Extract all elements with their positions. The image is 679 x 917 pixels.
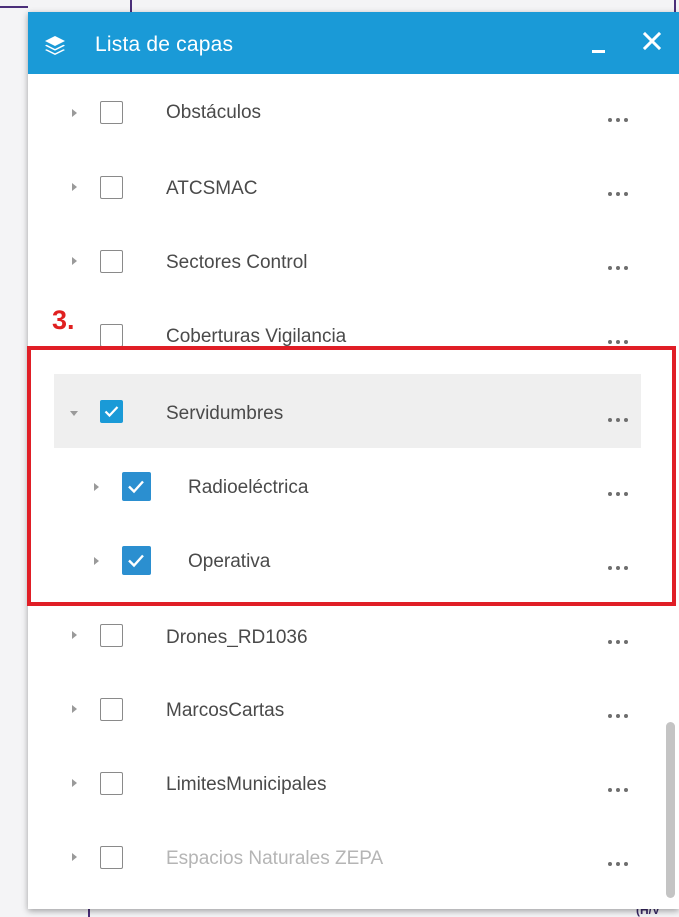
layer-row-disabled[interactable]: Espacios Naturales ZEPA	[28, 818, 648, 892]
layer-checkbox[interactable]	[100, 624, 123, 647]
step-number-annotation: 3.	[52, 305, 75, 335]
minimize-button[interactable]	[584, 26, 616, 58]
more-options-icon[interactable]	[608, 636, 638, 648]
layer-checkbox[interactable]	[100, 176, 123, 199]
highlight-box-annotation	[27, 346, 676, 606]
expand-arrow-icon[interactable]	[68, 703, 80, 715]
layer-label[interactable]: Espacios Naturales ZEPA	[166, 848, 383, 870]
layer-row[interactable]: Obstáculos	[28, 74, 648, 148]
map-line	[0, 6, 28, 8]
expand-arrow-icon[interactable]	[68, 181, 80, 193]
layer-checkbox[interactable]	[100, 698, 123, 721]
layer-checkbox[interactable]	[100, 324, 123, 347]
layer-label[interactable]: MarcosCartas	[166, 700, 284, 722]
more-options-icon[interactable]	[608, 710, 638, 722]
layer-row[interactable]: MarcosCartas	[28, 670, 648, 744]
more-options-icon[interactable]	[608, 858, 638, 870]
more-options-icon[interactable]	[608, 188, 638, 200]
close-icon	[642, 31, 662, 51]
layers-icon	[45, 36, 65, 55]
layer-row[interactable]: LimitesMunicipales	[28, 744, 648, 818]
close-button[interactable]	[636, 26, 668, 58]
layer-label[interactable]: Drones_RD1036	[166, 627, 308, 649]
layer-checkbox[interactable]	[100, 846, 123, 869]
expand-arrow-icon[interactable]	[68, 851, 80, 863]
more-options-icon[interactable]	[608, 784, 638, 796]
layer-row[interactable]: ATCSMAC	[28, 148, 648, 222]
more-options-icon[interactable]	[608, 114, 638, 126]
layer-row[interactable]: Drones_RD1036	[28, 600, 648, 674]
panel-header: Lista de capas	[28, 12, 679, 74]
scrollbar-thumb[interactable]	[666, 722, 675, 898]
layer-label[interactable]: ATCSMAC	[166, 178, 257, 200]
map-line	[88, 909, 90, 917]
more-options-icon[interactable]	[608, 262, 638, 274]
map-line	[130, 0, 132, 12]
expand-arrow-icon[interactable]	[68, 255, 80, 267]
layer-checkbox[interactable]	[100, 772, 123, 795]
panel-title: Lista de capas	[95, 33, 234, 56]
layer-row[interactable]: Sectores Control	[28, 222, 648, 296]
layer-label[interactable]: Sectores Control	[166, 252, 308, 274]
minimize-icon	[592, 50, 605, 53]
map-line	[674, 0, 676, 12]
expand-arrow-icon[interactable]	[68, 629, 80, 641]
expand-arrow-icon[interactable]	[68, 777, 80, 789]
layer-label[interactable]: Obstáculos	[166, 102, 261, 124]
expand-arrow-icon[interactable]	[68, 107, 80, 119]
layer-label[interactable]: Coberturas Vigilancia	[166, 326, 346, 348]
layer-label[interactable]: LimitesMunicipales	[166, 774, 327, 796]
layer-checkbox[interactable]	[100, 101, 123, 124]
layer-checkbox[interactable]	[100, 250, 123, 273]
